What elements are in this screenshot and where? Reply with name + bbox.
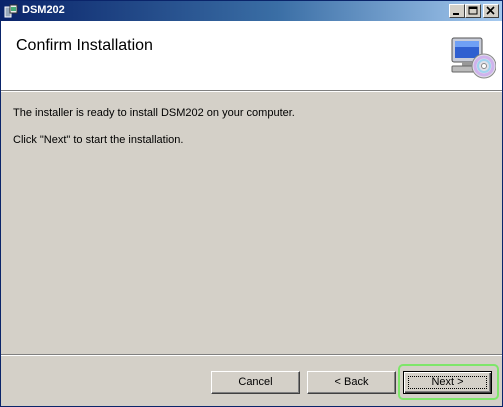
window-title: DSM202: [22, 4, 65, 16]
minimize-button[interactable]: [449, 4, 465, 18]
cancel-button[interactable]: Cancel: [211, 371, 300, 394]
header-divider: [1, 91, 502, 92]
close-icon: [486, 6, 495, 15]
footer-divider-highlight: [1, 355, 502, 356]
installer-app-icon: [4, 4, 18, 18]
instruction-message: Click "Next" to start the installation.: [13, 134, 184, 146]
maximize-button[interactable]: [465, 4, 481, 18]
close-button[interactable]: [483, 4, 499, 18]
installer-window: DSM202 Confirm Installation The installe…: [0, 0, 503, 407]
wizard-header: Confirm Installation: [1, 21, 502, 91]
ready-message: The installer is ready to install DSM202…: [13, 107, 295, 119]
maximize-icon: [468, 6, 478, 15]
focus-rectangle: [408, 376, 487, 389]
minimize-icon: [453, 13, 459, 15]
back-button[interactable]: < Back: [307, 371, 396, 394]
next-button[interactable]: Next >: [403, 371, 492, 394]
page-title: Confirm Installation: [16, 37, 153, 54]
title-bar[interactable]: DSM202: [1, 1, 502, 21]
computer-cd-icon: [448, 36, 497, 82]
